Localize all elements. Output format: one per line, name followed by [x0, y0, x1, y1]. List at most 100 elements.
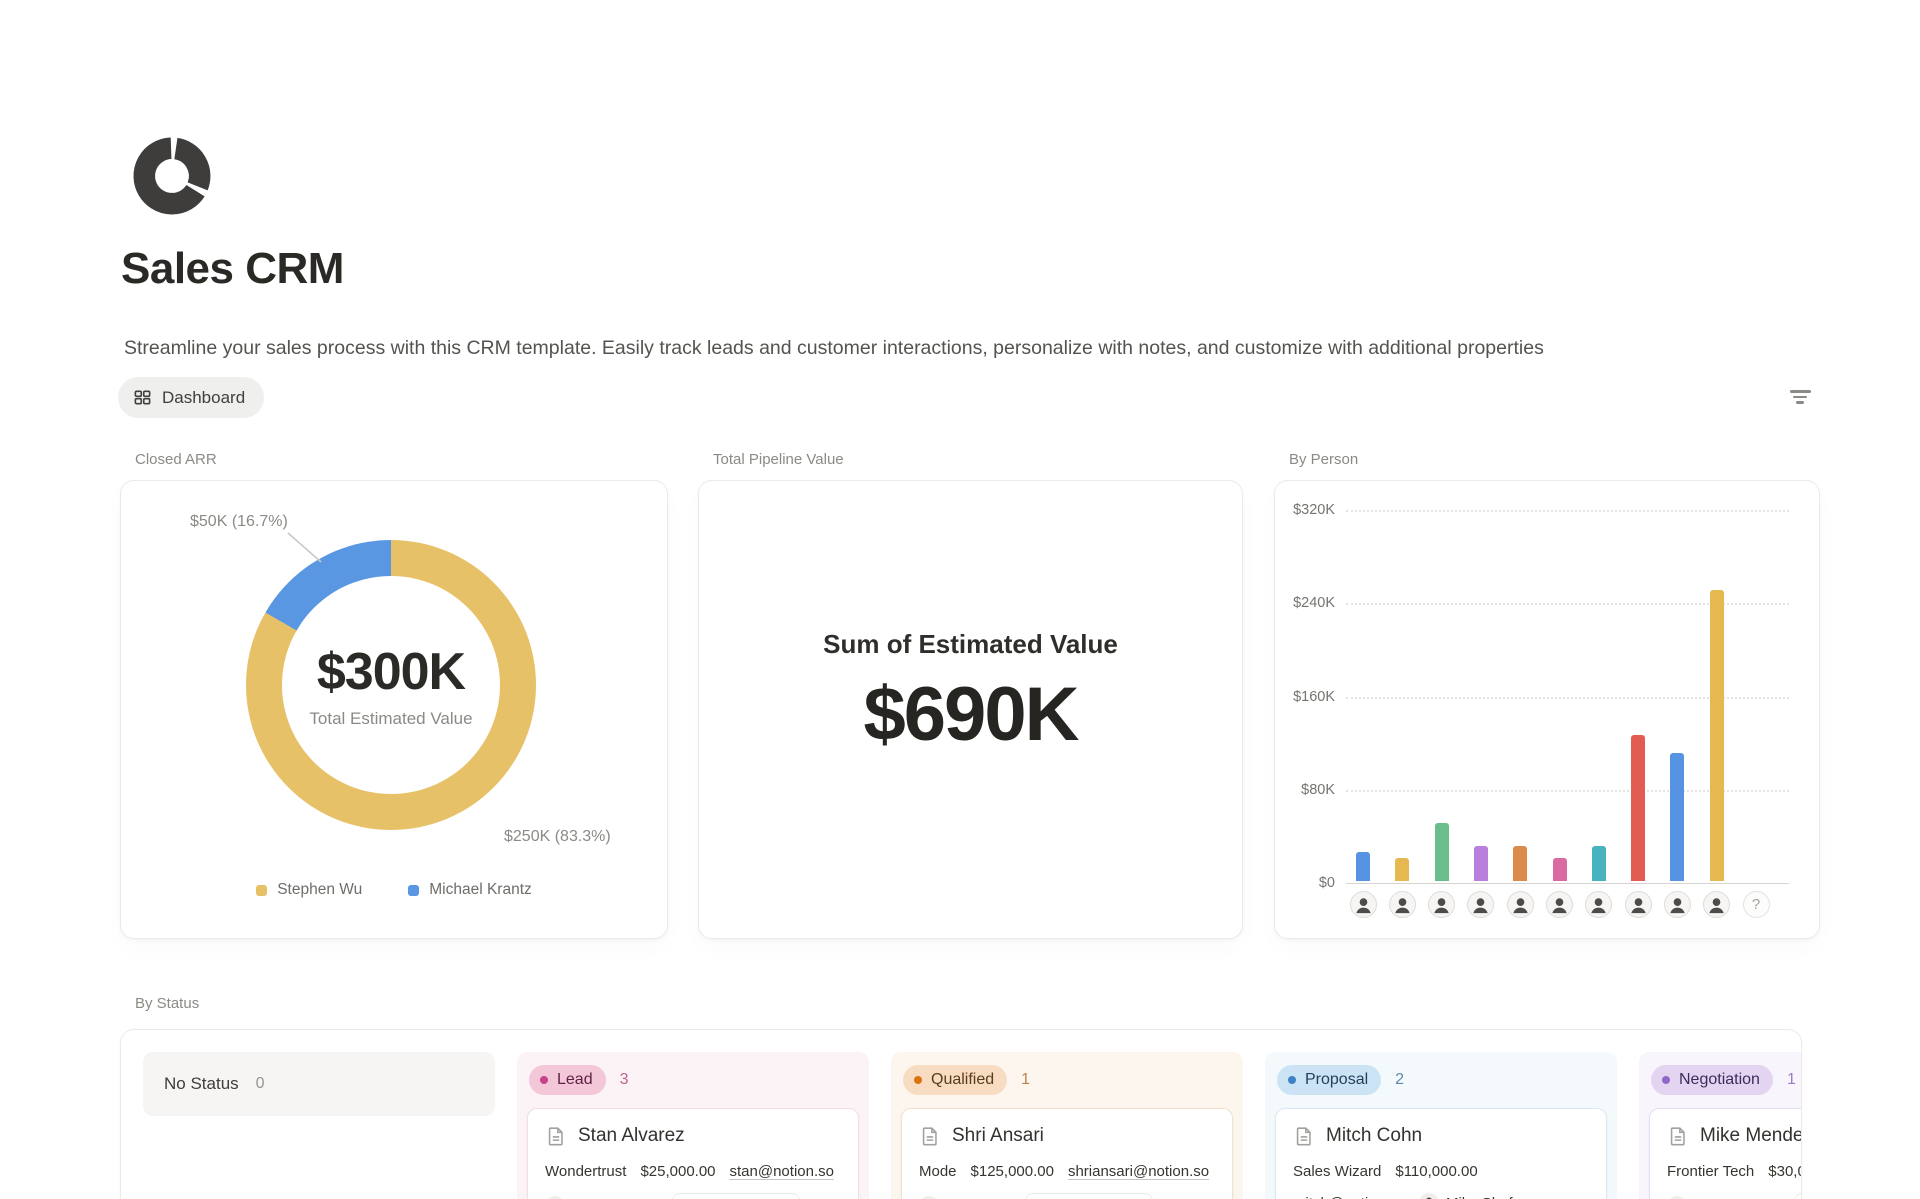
- deal-company: Mode: [919, 1163, 957, 1180]
- status-dot: [914, 1076, 922, 1084]
- no-status-label: No Status: [164, 1074, 239, 1094]
- legend-label: Stephen Wu: [277, 881, 362, 899]
- status-pill-negotiation[interactable]: Negotiation: [1651, 1065, 1773, 1095]
- person-avatar[interactable]: [1428, 891, 1455, 918]
- deal-value: $25,000.00: [640, 1163, 715, 1180]
- deal-value: $30,000.00: [1768, 1163, 1802, 1180]
- deal-card[interactable]: Mike Mendez Frontier Tech $30,000.00 Soh…: [1649, 1108, 1802, 1199]
- bar[interactable]: [1435, 823, 1449, 881]
- deal-email[interactable]: mitch@notion.so: [1293, 1195, 1405, 1199]
- person-name: Mike Shafer: [1446, 1195, 1526, 1199]
- deal-email[interactable]: shriansari@notion.so: [1068, 1163, 1209, 1180]
- page-document-icon: [1293, 1124, 1315, 1148]
- bar[interactable]: [1631, 735, 1645, 881]
- status-pill-lead[interactable]: Lead: [529, 1065, 606, 1095]
- person-avatar[interactable]: [1350, 891, 1377, 918]
- bar[interactable]: [1474, 846, 1488, 881]
- deal-value: $110,000.00: [1395, 1163, 1477, 1180]
- column-negotiation: Negotiation 1 Mike Mendez Frontier Tech …: [1639, 1052, 1802, 1199]
- donut-segment-label-small: $50K (16.7%): [190, 513, 288, 531]
- status-board: No Status 0 Lead 3 Stan Alvarez: [120, 1029, 1802, 1199]
- deal-company: Frontier Tech: [1667, 1163, 1754, 1180]
- status-pill-proposal[interactable]: Proposal: [1277, 1065, 1381, 1095]
- legend-item[interactable]: Stephen Wu: [256, 881, 362, 899]
- bar[interactable]: [1356, 852, 1370, 881]
- person-avatar[interactable]: [1625, 891, 1652, 918]
- deal-email[interactable]: stan@notion.so: [730, 1163, 834, 1180]
- closed-arr-card: $300K Total Estimated Value $50K (16.7%)…: [120, 480, 668, 939]
- column-qualified: Qualified 1 Shri Ansari Mode $125,000.00…: [891, 1052, 1243, 1199]
- bar[interactable]: [1395, 858, 1409, 881]
- column-count: 1: [1021, 1071, 1030, 1089]
- bar[interactable]: [1670, 753, 1684, 881]
- column-count: 1: [1787, 1071, 1796, 1089]
- by-status-label: By Status: [135, 995, 199, 1012]
- donut-total-value: $300K: [317, 642, 465, 702]
- pipeline-card: Sum of Estimated Value $690K: [698, 480, 1243, 939]
- y-tick-label: $240K: [1277, 595, 1335, 611]
- no-status-count: 0: [256, 1075, 265, 1093]
- contacted-tag[interactable]: Contacted today: [672, 1193, 800, 1199]
- status-dot: [540, 1076, 548, 1084]
- status-pill-label: Negotiation: [1679, 1071, 1760, 1089]
- column-proposal: Proposal 2 Mitch Cohn Sales Wizard $110,…: [1265, 1052, 1617, 1199]
- page-document-icon: [545, 1124, 567, 1148]
- contacted-tag[interactable]: Contacted today: [1794, 1193, 1802, 1199]
- filter-icon[interactable]: [1780, 380, 1820, 414]
- contacted-tag[interactable]: Contacted today: [1025, 1193, 1153, 1199]
- page-description: Streamline your sales process with this …: [124, 337, 1544, 360]
- column-count: 3: [620, 1071, 629, 1089]
- app-logo-donut-chart-icon: [133, 137, 211, 215]
- status-pill-label: Qualified: [931, 1071, 994, 1089]
- tab-dashboard-label: Dashboard: [162, 388, 245, 408]
- pipeline-title: Total Pipeline Value: [713, 451, 1243, 468]
- deal-name: Shri Ansari: [952, 1125, 1044, 1147]
- grid-layout-icon: [133, 388, 152, 407]
- person-avatar[interactable]: [1585, 891, 1612, 918]
- closed-arr-title: Closed ARR: [135, 451, 668, 468]
- status-dot: [1288, 1076, 1296, 1084]
- person-avatar[interactable]: [1664, 891, 1691, 918]
- person-avatar[interactable]: [1467, 891, 1494, 918]
- closed-arr-block: Closed ARR $300K Total Estimated Value $…: [120, 451, 668, 939]
- person-avatar[interactable]: [1546, 891, 1573, 918]
- y-tick-label: $80K: [1277, 782, 1335, 798]
- donut-chart[interactable]: $300K Total Estimated Value: [246, 540, 536, 830]
- bar[interactable]: [1553, 858, 1567, 881]
- gridline: [1346, 510, 1789, 512]
- person-avatar[interactable]: [1507, 891, 1534, 918]
- legend-label: Michael Krantz: [429, 881, 532, 899]
- y-tick-label: $0: [1277, 875, 1335, 891]
- status-pill-qualified[interactable]: Qualified: [903, 1065, 1007, 1095]
- y-tick-label: $320K: [1277, 502, 1335, 518]
- deal-company: Sales Wizard: [1293, 1163, 1381, 1180]
- deal-name: Stan Alvarez: [578, 1125, 685, 1147]
- person-avatar[interactable]: [1389, 891, 1416, 918]
- status-pill-label: Proposal: [1305, 1071, 1368, 1089]
- no-status-header[interactable]: No Status 0: [143, 1052, 495, 1116]
- column-lead: Lead 3 Stan Alvarez Wondertrust $25,000.…: [517, 1052, 869, 1199]
- tab-dashboard[interactable]: Dashboard: [118, 377, 264, 418]
- donut-segment-label-large: $250K (83.3%): [504, 828, 611, 846]
- deal-person[interactable]: Mike Shafer: [1419, 1193, 1526, 1199]
- deal-name: Mike Mendez: [1700, 1125, 1802, 1147]
- deal-card[interactable]: Shri Ansari Mode $125,000.00 shriansari@…: [901, 1108, 1233, 1199]
- deal-card[interactable]: Stan Alvarez Wondertrust $25,000.00 stan…: [527, 1108, 859, 1199]
- legend-item[interactable]: Michael Krantz: [408, 881, 532, 899]
- column-count: 2: [1395, 1071, 1404, 1089]
- status-pill-label: Lead: [557, 1071, 593, 1089]
- bar[interactable]: [1592, 846, 1606, 881]
- pipeline-value: $690K: [699, 671, 1242, 758]
- bar[interactable]: [1513, 846, 1527, 881]
- y-tick-label: $160K: [1277, 689, 1335, 705]
- person-avatar: [1419, 1193, 1439, 1199]
- pipeline-heading: Sum of Estimated Value: [699, 629, 1242, 660]
- legend-swatch: [256, 885, 267, 896]
- bar[interactable]: [1710, 590, 1724, 881]
- legend-swatch: [408, 885, 419, 896]
- person-avatar[interactable]: [1703, 891, 1730, 918]
- pipeline-block: Total Pipeline Value Sum of Estimated Va…: [698, 451, 1243, 939]
- page-document-icon: [919, 1124, 941, 1148]
- unknown-person-avatar[interactable]: ?: [1743, 891, 1770, 918]
- deal-card[interactable]: Mitch Cohn Sales Wizard $110,000.00 mitc…: [1275, 1108, 1607, 1199]
